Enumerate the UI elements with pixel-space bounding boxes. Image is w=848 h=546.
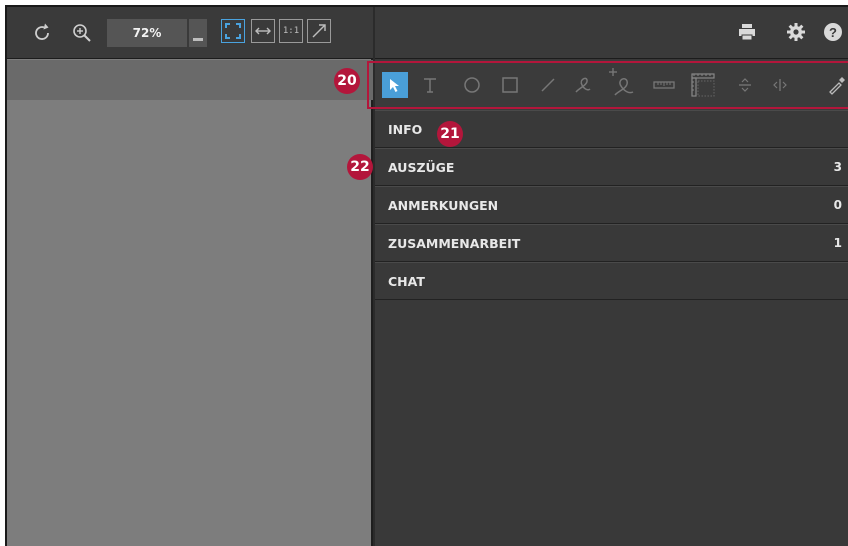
panel-count: 1 <box>833 236 842 250</box>
ruler-tool-icon[interactable] <box>651 72 677 98</box>
text-tool-icon[interactable] <box>417 72 443 98</box>
callout-badge-tools: 20 <box>334 68 360 94</box>
line-tool-icon[interactable] <box>535 72 561 98</box>
sidebar-pane: ? INFO AUSZÜGE 3 ANMERKUNGEN 0 ZUSAMMENA… <box>367 7 848 546</box>
fit-page-icon <box>225 23 241 39</box>
callout-badge-info: 21 <box>437 121 463 147</box>
select-tool-icon[interactable] <box>382 72 408 98</box>
sidebar-header: ? <box>375 7 848 59</box>
zoom-level-field[interactable]: 72% <box>107 19 187 47</box>
gear-icon[interactable] <box>785 21 807 43</box>
panel-row-anmerkungen[interactable]: ANMERKUNGEN 0 <box>375 186 848 224</box>
view-toolbar: 72% 1:1 <box>7 7 373 59</box>
actual-size-label: 1:1 <box>282 26 300 36</box>
area-measure-tool-icon[interactable] <box>688 70 718 100</box>
rectangle-tool-icon[interactable] <box>497 72 523 98</box>
annotation-toolbar <box>367 60 848 110</box>
rotate-icon[interactable] <box>29 20 55 46</box>
print-icon[interactable] <box>736 21 758 43</box>
panel-count: 0 <box>833 198 842 212</box>
add-freehand-tool-icon[interactable] <box>606 66 638 100</box>
help-icon[interactable]: ? <box>822 21 844 43</box>
callout-badge-panels: 22 <box>347 154 373 180</box>
panel-count: 3 <box>833 160 842 174</box>
document-pane: 72% 1:1 <box>7 7 373 546</box>
panel-row-auszuege[interactable]: AUSZÜGE 3 <box>375 148 848 186</box>
page-header-strip <box>7 60 373 100</box>
expand-icon <box>312 24 326 38</box>
panel-label: AUSZÜGE <box>388 159 455 175</box>
viewer-window: 72% 1:1 ? INFO AUSZÜGE 3 ANMERKUNGEN 0 Z… <box>5 5 848 546</box>
zoom-dropdown-button[interactable] <box>189 19 207 47</box>
panel-row-chat[interactable]: CHAT <box>375 262 848 300</box>
freehand-tool-icon[interactable] <box>570 72 596 98</box>
actual-size-button[interactable]: 1:1 <box>279 19 303 43</box>
panel-label: INFO <box>388 121 423 137</box>
fit-page-button[interactable] <box>221 19 245 43</box>
svg-text:?: ? <box>829 25 837 40</box>
fit-width-button[interactable] <box>251 19 275 43</box>
circle-tool-icon[interactable] <box>459 72 485 98</box>
panel-label: ZUSAMMENARBEIT <box>388 235 521 251</box>
zoom-in-icon[interactable] <box>69 20 95 46</box>
panel-label: CHAT <box>388 273 425 289</box>
fit-width-icon <box>255 27 271 35</box>
fullscreen-button[interactable] <box>307 19 331 43</box>
dropdown-bar-icon <box>193 38 203 41</box>
panel-label: ANMERKUNGEN <box>388 197 499 213</box>
eyedropper-tool-icon[interactable] <box>825 72 848 98</box>
horizontal-split-tool-icon[interactable] <box>767 72 793 98</box>
panel-row-zusammenarbeit[interactable]: ZUSAMMENARBEIT 1 <box>375 224 848 262</box>
vertical-split-tool-icon[interactable] <box>732 72 758 98</box>
